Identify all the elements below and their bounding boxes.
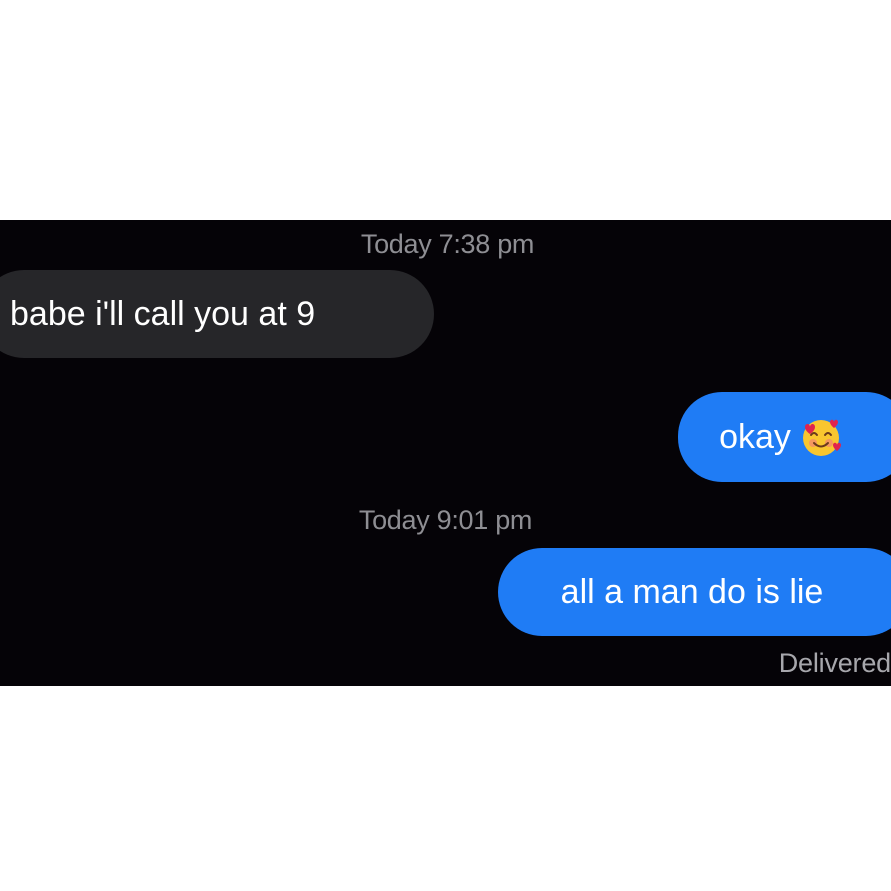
smiling-face-with-hearts-icon <box>802 419 841 456</box>
message-thread: Today 7:38 pm babe i'll call you at 9 ok… <box>0 220 891 686</box>
sent-message-bubble[interactable]: okay <box>678 392 891 482</box>
timestamp: Today 7:38 pm <box>360 229 535 259</box>
received-message-text: babe i'll call you at 9 <box>10 295 316 333</box>
sent-message-text: okay <box>719 418 791 456</box>
timestamp: Today 9:01 pm <box>358 505 533 535</box>
sent-message-bubble[interactable]: all a man do is lie <box>498 548 891 636</box>
sent-message-text: all a man do is lie <box>560 573 824 611</box>
screenshot-frame: Today 7:38 pm babe i'll call you at 9 ok… <box>0 0 891 891</box>
received-message-bubble[interactable]: babe i'll call you at 9 <box>0 270 434 358</box>
delivery-status: Delivered <box>778 648 891 678</box>
